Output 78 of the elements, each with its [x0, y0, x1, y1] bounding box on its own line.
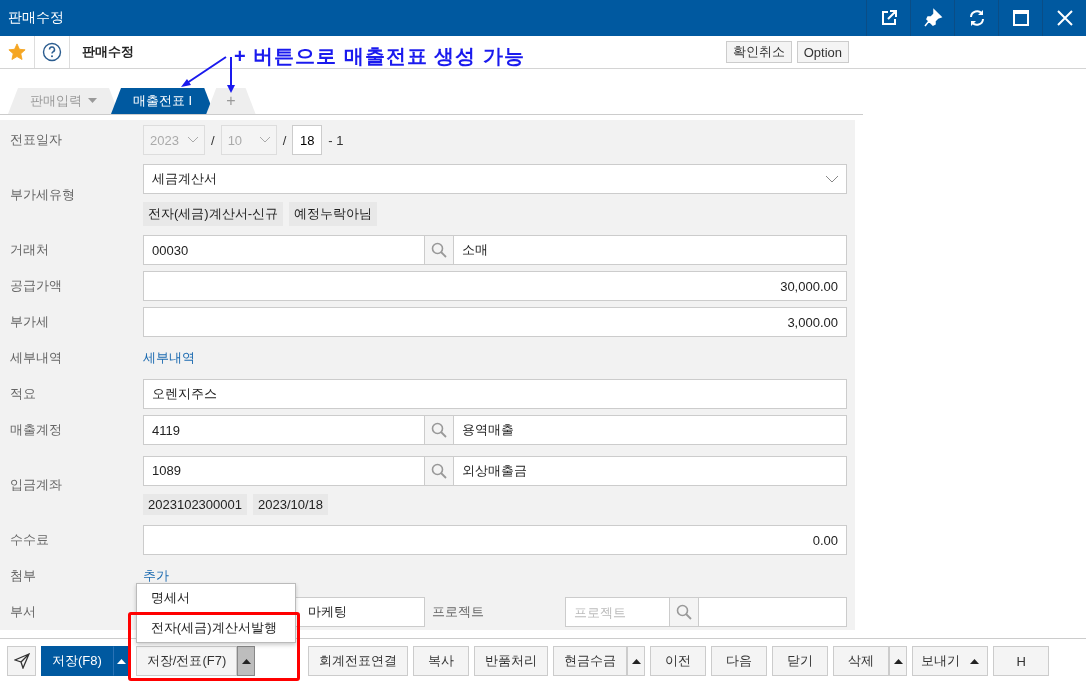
day-field[interactable]: 18: [292, 125, 323, 155]
date-separator: /: [211, 132, 215, 148]
search-icon: [676, 604, 692, 620]
footer-button[interactable]: 복사: [413, 646, 470, 676]
search-button[interactable]: [425, 235, 453, 265]
close-icon: [1054, 8, 1075, 28]
field-label: 첨부: [9, 567, 37, 585]
search-button[interactable]: [425, 455, 453, 486]
code-field[interactable]: 1089: [143, 455, 425, 486]
search-button[interactable]: [425, 415, 453, 445]
toolbar-button[interactable]: Option: [796, 41, 849, 63]
code-field[interactable]: 00030: [143, 235, 425, 265]
footer-button[interactable]: 저장(F8): [41, 646, 113, 676]
footer-button[interactable]: 저장/전표(F7): [135, 646, 238, 676]
info-tag: 전자(세금)계산서-신규: [143, 202, 283, 226]
field-label: 부서: [9, 603, 37, 621]
voucher-number: - 1: [328, 132, 344, 148]
field-label: 부가세: [9, 313, 50, 331]
name-field[interactable]: 소매: [453, 235, 847, 265]
footer-button[interactable]: 이전: [650, 646, 707, 676]
caret-icon: [88, 98, 97, 104]
footer-button[interactable]: 닫기: [772, 646, 829, 676]
field-label: 수수료: [9, 531, 50, 549]
chevron-icon: [826, 175, 838, 183]
link[interactable]: 추가: [143, 567, 847, 585]
code-field[interactable]: 4119: [143, 415, 425, 445]
link[interactable]: 세부내역: [143, 349, 847, 367]
info-tag: 2023/10/18: [253, 493, 329, 515]
amount-field[interactable]: 3,000.00: [143, 307, 847, 337]
footer-button[interactable]: 현금수금: [553, 646, 628, 676]
search-icon: [431, 242, 447, 258]
star-icon[interactable]: [8, 43, 26, 61]
pin-icon: [922, 8, 943, 28]
field-label: 적요: [9, 385, 37, 403]
caret-icon: [117, 658, 127, 664]
name-field[interactable]: 용역매출: [453, 415, 847, 445]
field-label: 매출계정: [9, 421, 63, 439]
amount-field[interactable]: 30,000.00: [143, 271, 847, 301]
page-title: 판매수정: [81, 43, 134, 61]
field-label: 부가세유형: [9, 186, 76, 204]
help-icon[interactable]: [42, 42, 62, 62]
footer-button[interactable]: 다음: [711, 646, 768, 676]
field-label: 거래처: [9, 241, 50, 259]
search-button[interactable]: [670, 597, 698, 627]
paper-plane-icon: [13, 653, 30, 669]
window-title: 판매수정: [7, 9, 64, 27]
search-icon: [431, 422, 447, 438]
text-field[interactable]: 오렌지주스: [143, 379, 847, 409]
send-button[interactable]: [7, 646, 36, 676]
project-name-field[interactable]: [698, 597, 847, 627]
name-field[interactable]: 외상매출금: [453, 455, 847, 486]
field-label: 전표일자: [9, 131, 63, 149]
footer-button[interactable]: H: [993, 646, 1050, 676]
toolbar-button[interactable]: 확인취소: [725, 41, 792, 63]
field-label: 세부내역: [9, 349, 63, 367]
maximize-icon: [1010, 8, 1031, 28]
chevron-icon: [259, 137, 270, 143]
caret-icon: [893, 658, 903, 664]
caret-icon: [631, 658, 641, 664]
select-field[interactable]: 세금계산서: [143, 164, 847, 194]
footer-button[interactable]: 보내기: [912, 646, 989, 676]
caret-icon: [241, 658, 251, 664]
field-label: 공급가액: [9, 277, 63, 295]
chevron-icon: [188, 137, 198, 143]
date-separator: /: [282, 132, 287, 148]
field-label: 입금계좌: [9, 476, 63, 494]
info-tag: 예정누락아님: [289, 202, 377, 226]
info-tag: 2023102300001: [143, 493, 247, 515]
footer-button[interactable]: 반품처리: [474, 646, 549, 676]
field-label: 프로젝트: [431, 603, 485, 621]
dropdown-button[interactable]: [237, 646, 256, 676]
footer-button[interactable]: 회계전표연결: [308, 646, 409, 676]
project-field[interactable]: 프로젝트: [565, 597, 670, 627]
caret-icon: [970, 658, 980, 664]
amount-field[interactable]: 0.00: [143, 525, 847, 555]
annotation-text: + 버튼으로 매출전표 생성 가능: [234, 44, 525, 69]
search-icon: [431, 462, 447, 479]
footer-button[interactable]: 삭제: [833, 646, 890, 676]
